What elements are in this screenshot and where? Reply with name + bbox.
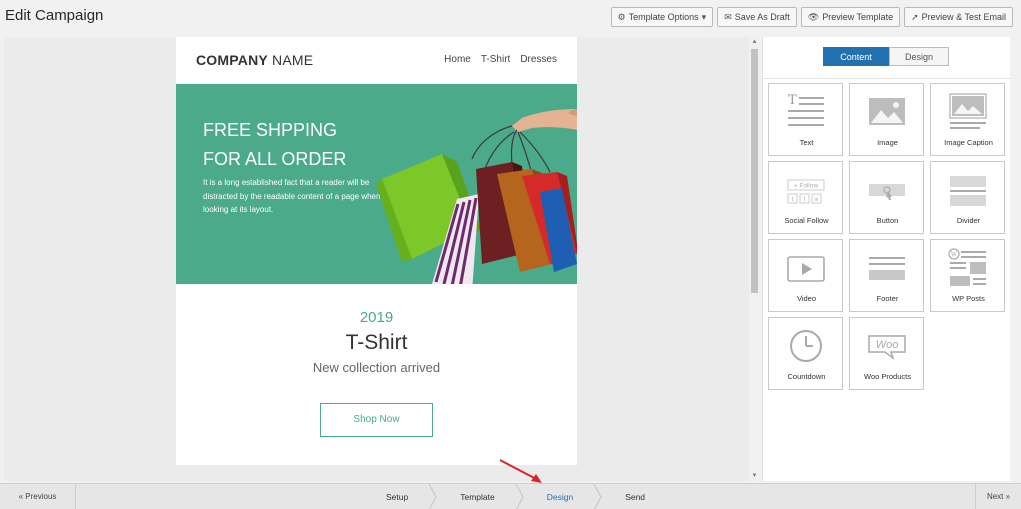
top-bar: Edit Campaign ⚙ Template Options ▾ ✉ Sav…	[0, 0, 1021, 36]
block-video[interactable]: Video	[768, 239, 843, 312]
template-options-label: Template Options	[628, 12, 699, 22]
product-title: T-Shirt	[345, 331, 408, 354]
blocks-sidebar: Content Design T Text Image Image Captio…	[762, 37, 1011, 481]
block-woo-products[interactable]: Woo Woo Products	[849, 317, 924, 390]
preview-template-button[interactable]: 👁 Preview Template	[800, 7, 901, 27]
step-template[interactable]: Template	[434, 484, 524, 509]
email-header[interactable]: COMPANY NAME Home T-Shirt Dresses	[176, 37, 577, 84]
countdown-icon	[790, 330, 822, 362]
shopping-bags-image	[376, 109, 577, 284]
hero-banner[interactable]: FREE SHPPING FOR ALL ORDER It is a long …	[176, 84, 577, 284]
block-countdown-label: Countdown	[787, 372, 826, 381]
image-caption-icon	[949, 93, 987, 129]
email-nav-dresses[interactable]: Dresses	[520, 54, 557, 65]
preview-test-label: Preview & Test Email	[921, 12, 1006, 22]
block-text-label: Text	[799, 138, 814, 147]
send-icon: ➚	[911, 11, 919, 22]
step-navigation: « Previous Setup Template Design Send Ne…	[0, 483, 1021, 509]
tab-content[interactable]: Content	[823, 47, 889, 66]
email-nav-tshirt[interactable]: T-Shirt	[481, 54, 510, 65]
hero-heading-line2: FOR ALL ORDER	[203, 149, 347, 169]
svg-text:in: in	[815, 197, 819, 203]
block-social-follow-label: Social Follow	[784, 216, 829, 225]
block-social-follow[interactable]: + Follow t f in Social Follow	[768, 161, 843, 234]
page-title: Edit Campaign	[5, 7, 104, 24]
scroll-down-arrow-icon[interactable]: ▼	[749, 471, 760, 481]
block-wp-posts-label: WP Posts	[952, 294, 985, 303]
block-image-caption[interactable]: Image Caption	[930, 83, 1005, 156]
social-follow-text: + Follow	[794, 183, 819, 190]
hero-text: It is a long established fact that a rea…	[203, 178, 381, 214]
top-actions: ⚙ Template Options ▾ ✉ Save As Draft 👁 P…	[610, 7, 1013, 27]
block-image[interactable]: Image	[849, 83, 924, 156]
step-design[interactable]: Design	[521, 484, 602, 509]
sidebar-tabs: Content Design	[823, 47, 949, 66]
email-preview[interactable]: COMPANY NAME Home T-Shirt Dresses FREE S…	[176, 37, 577, 465]
hero-heading: FREE SHPPING FOR ALL ORDER	[203, 116, 346, 174]
block-button-label: Button	[876, 216, 899, 225]
gear-icon: ⚙	[617, 11, 626, 22]
canvas-scrollbar[interactable]: ▲ ▼	[749, 37, 760, 481]
block-countdown[interactable]: Countdown	[768, 317, 843, 390]
template-options-button[interactable]: ⚙ Template Options ▾	[610, 7, 714, 27]
image-icon	[869, 98, 905, 125]
block-footer[interactable]: Footer	[849, 239, 924, 312]
block-woo-products-label: Woo Products	[864, 372, 911, 381]
block-video-label: Video	[796, 294, 817, 303]
svg-text:W: W	[951, 252, 958, 259]
woo-products-icon: Woo	[868, 335, 906, 361]
block-footer-label: Footer	[876, 294, 899, 303]
step-send[interactable]: Send	[599, 484, 671, 509]
caret-down-icon: ▾	[701, 11, 707, 22]
block-divider[interactable]: Divider	[930, 161, 1005, 234]
block-image-label: Image	[877, 138, 898, 147]
divider-icon	[950, 176, 986, 206]
next-button[interactable]: Next »	[975, 484, 1021, 509]
collection-subtitle: New collection arrived	[312, 360, 441, 375]
tabs-divider	[763, 78, 1011, 79]
email-nav-home[interactable]: Home	[444, 54, 471, 65]
step-send-label: Send	[625, 492, 646, 502]
steps-list: Setup Template Design Send	[360, 484, 671, 509]
block-image-caption-label: Image Caption	[944, 138, 993, 147]
company-name: COMPANY NAME	[196, 52, 313, 68]
collection-year: 2019	[359, 309, 394, 326]
step-template-label: Template	[460, 492, 495, 502]
svg-text:Woo: Woo	[876, 339, 899, 351]
text-icon: T	[788, 93, 824, 126]
shop-now-button[interactable]: Shop Now	[320, 403, 433, 437]
footer-icon	[869, 257, 905, 280]
button-icon	[869, 184, 905, 200]
scrollbar-thumb[interactable]	[751, 49, 758, 293]
social-follow-icon: + Follow t f in	[787, 179, 825, 204]
wp-posts-icon: W	[948, 248, 986, 286]
block-wp-posts[interactable]: W WP Posts	[930, 239, 1005, 312]
step-setup[interactable]: Setup	[360, 484, 437, 509]
save-draft-button[interactable]: ✉ Save As Draft	[717, 7, 797, 27]
save-draft-label: Save As Draft	[734, 12, 790, 22]
block-button[interactable]: Button	[849, 161, 924, 234]
drafts-icon: ✉	[724, 11, 732, 22]
video-icon	[787, 256, 825, 282]
preview-test-button[interactable]: ➚ Preview & Test Email	[904, 7, 1013, 27]
step-design-label: Design	[546, 492, 574, 502]
hero-heading-line1: FREE SHPPING	[203, 120, 338, 140]
previous-button[interactable]: « Previous	[0, 484, 76, 509]
content-blocks-grid: T Text Image Image Caption + Follow t f …	[768, 83, 1005, 390]
email-nav: Home T-Shirt Dresses	[444, 54, 557, 65]
svg-text:T: T	[788, 93, 797, 108]
scroll-up-arrow-icon[interactable]: ▲	[749, 37, 760, 47]
company-name-bold: COMPANY	[196, 52, 268, 68]
tab-design[interactable]: Design	[889, 47, 949, 66]
block-divider-label: Divider	[956, 216, 981, 225]
company-name-rest: NAME	[267, 52, 314, 68]
preview-template-label: Preview Template	[822, 12, 894, 22]
email-canvas: COMPANY NAME Home T-Shirt Dresses FREE S…	[4, 37, 760, 481]
block-text[interactable]: T Text	[768, 83, 843, 156]
annotation-arrow-icon	[499, 459, 542, 483]
eye-icon: 👁	[807, 11, 820, 22]
step-setup-label: Setup	[386, 492, 409, 502]
